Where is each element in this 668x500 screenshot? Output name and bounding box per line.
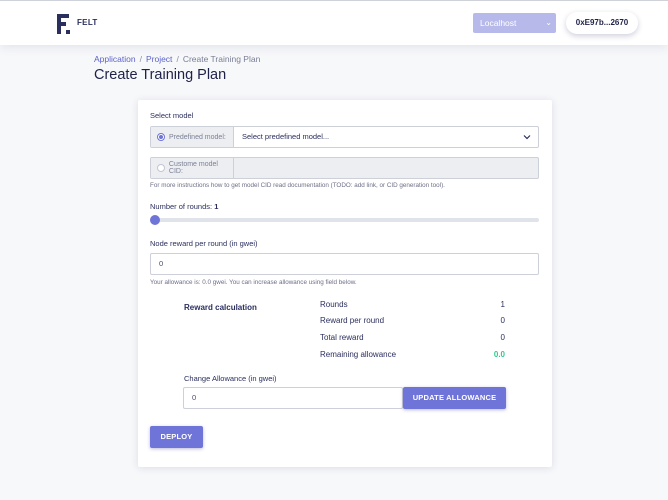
reward-row-label: Remaining allowance — [320, 350, 397, 359]
breadcrumb-project[interactable]: Project — [146, 54, 172, 64]
felt-logo-icon — [57, 14, 70, 34]
chevron-down-icon: ⌄ — [545, 18, 552, 27]
allowance-help-text: Your allowance is: 0.0 gwei. You can inc… — [150, 279, 357, 286]
reward-row-label: Total reward — [320, 333, 364, 342]
page-title: Create Training Plan — [94, 67, 227, 83]
chevron-down-icon — [523, 135, 531, 140]
reward-row-value: 0 — [500, 333, 505, 342]
logo[interactable]: FELT — [57, 14, 98, 34]
breadcrumb-current: Create Training Plan — [182, 54, 261, 64]
custom-model-row: Custome model CID: — [150, 157, 539, 179]
logo-text: FELT — [77, 18, 98, 27]
breadcrumb: Application / Project / Create Training Plan — [94, 54, 260, 64]
breadcrumb-separator: / — [176, 54, 179, 64]
custom-model-radio[interactable] — [157, 164, 165, 172]
change-allowance-label: Change Allowance (in gwei) — [184, 374, 277, 383]
model-help-text: For more instructions how to get model C… — [150, 182, 445, 189]
reward-row-value: 1 — [500, 300, 505, 309]
reward-row-rounds: Rounds 1 — [320, 300, 505, 312]
select-model-label: Select model — [150, 111, 194, 120]
node-reward-input[interactable]: 0 — [150, 253, 539, 275]
predefined-model-option[interactable]: Predefined model: — [151, 127, 234, 147]
top-bar: FELT Localhost ⌄ 0xE97b...2670 — [0, 0, 668, 45]
reward-row-label: Rounds — [320, 300, 348, 309]
allowance-input[interactable]: 0 — [183, 387, 403, 409]
predefined-model-row: Predefined model: Select predefined mode… — [150, 126, 539, 148]
rounds-label-text: Number of rounds: — [150, 202, 215, 211]
reward-calculation-title: Reward calculation — [184, 303, 257, 312]
rounds-slider[interactable] — [150, 215, 539, 225]
reward-row-remaining-allowance: Remaining allowance 0.0 — [320, 350, 505, 362]
custom-model-label: Custome model CID: — [168, 161, 218, 175]
deploy-button[interactable]: DEPLOY — [150, 426, 203, 448]
training-plan-card: Select model Predefined model: Select pr… — [138, 100, 552, 467]
node-reward-label: Node reward per round (in gwei) — [150, 239, 258, 248]
reward-row-label: Reward per round — [320, 316, 385, 325]
update-allowance-button[interactable]: UPDATE ALLOWANCE — [403, 387, 506, 409]
breadcrumb-separator: / — [139, 54, 142, 64]
rounds-slider-thumb[interactable] — [150, 215, 160, 225]
predefined-model-label: Predefined model: — [169, 133, 226, 141]
account-button[interactable]: 0xE97b...2670 — [566, 12, 638, 34]
network-select-value: Localhost — [480, 18, 517, 28]
custom-model-option[interactable]: Custome model CID: — [151, 158, 234, 178]
rounds-value: 1 — [214, 202, 219, 211]
reward-row-value: 0.0 — [493, 350, 505, 359]
predefined-model-radio[interactable] — [157, 133, 165, 141]
reward-row-value: 0 — [500, 316, 505, 325]
reward-row-reward-per-round: Reward per round 0 — [320, 316, 505, 328]
predefined-model-select-value: Select predefined model... — [242, 132, 330, 141]
reward-row-total-reward: Total reward 0 — [320, 333, 505, 345]
custom-model-cid-input[interactable] — [242, 158, 538, 178]
network-select[interactable]: Localhost ⌄ — [473, 13, 556, 33]
breadcrumb-application[interactable]: Application — [94, 54, 136, 64]
rounds-label: Number of rounds: 1 — [150, 202, 218, 211]
